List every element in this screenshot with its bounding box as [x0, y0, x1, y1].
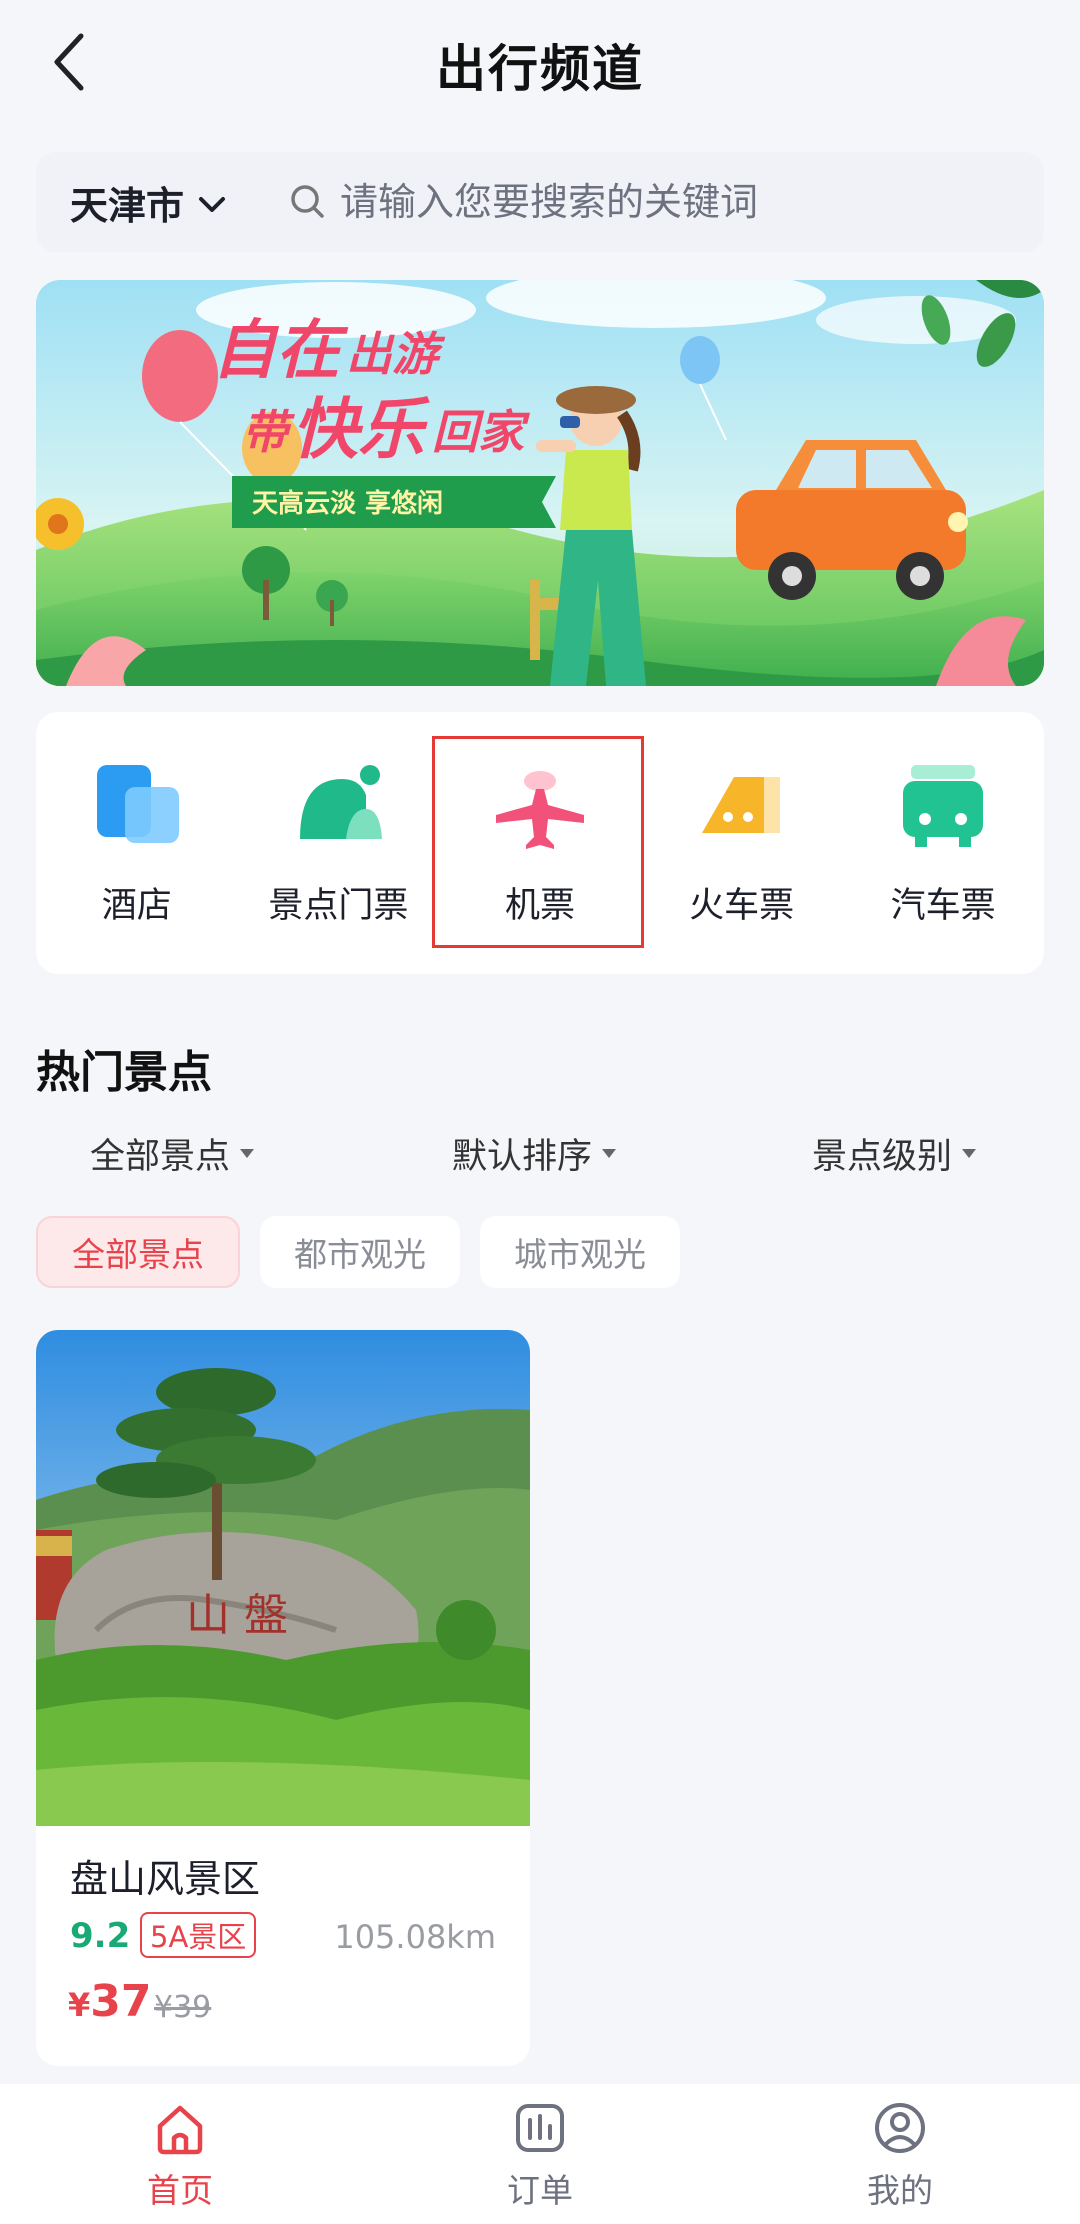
- current-price: ¥37: [68, 1976, 152, 2027]
- category-bus[interactable]: 汽车票: [843, 759, 1043, 928]
- search-field[interactable]: [288, 180, 1044, 224]
- bus-icon: [895, 759, 991, 855]
- banner-illustration: 自在 出游 带 快乐 回家 天高云淡 享悠闲: [36, 280, 1044, 686]
- category-train[interactable]: 火车票: [642, 759, 842, 928]
- filter-label: 默认排序: [452, 1137, 593, 1177]
- banner-headline-2c: 回家: [432, 405, 530, 459]
- filter-scenic-level[interactable]: 景点级别: [812, 1128, 977, 1179]
- currency-symbol: ¥: [68, 1986, 91, 2024]
- banner-ribbon-text: 天高云淡 享悠闲: [252, 488, 443, 519]
- scenic-ticket-icon: [290, 759, 386, 855]
- home-icon: [150, 2098, 210, 2158]
- category-airplane[interactable]: 机票: [440, 759, 640, 928]
- city-label: 天津市: [70, 183, 185, 228]
- scenic-rating: 9.2: [70, 1916, 131, 1956]
- city-selector[interactable]: 天津市: [70, 175, 226, 230]
- scenic-photo: 山 盤: [36, 1330, 530, 1826]
- nav-orders[interactable]: 订单: [440, 2098, 640, 2212]
- scenic-distance: 105.08km: [334, 1918, 496, 1956]
- filter-default-sort[interactable]: 默认排序: [452, 1128, 617, 1179]
- banner-headline-2b: 快乐: [292, 391, 430, 468]
- original-price: ¥39: [154, 1990, 212, 2025]
- scenic-name: 盘山风景区: [70, 1857, 261, 1901]
- rock-inscription: 山 盤: [186, 1590, 288, 1641]
- nav-profile[interactable]: 我的: [800, 2098, 1000, 2212]
- search-icon: [288, 182, 328, 222]
- hotel-icon: [89, 759, 185, 855]
- nav-label: 首页: [147, 2171, 213, 2210]
- section-title: 热门景点: [36, 1047, 212, 1098]
- chevron-down-icon: [199, 197, 226, 212]
- nav-home[interactable]: 首页: [80, 2098, 280, 2212]
- category-label: 酒店: [101, 885, 172, 926]
- filter-label: 全部景点: [90, 1137, 231, 1177]
- chip-urban-sightseeing[interactable]: 城市观光: [480, 1216, 680, 1288]
- search-input[interactable]: [340, 180, 901, 224]
- orders-icon: [510, 2098, 570, 2158]
- chevron-left-icon: [54, 33, 84, 91]
- bottom-nav: 首页 订单 我的: [0, 2084, 1080, 2224]
- category-label: 火车票: [689, 885, 795, 926]
- filter-label: 景点级别: [812, 1137, 953, 1177]
- nav-label: 我的: [867, 2171, 933, 2210]
- back-button[interactable]: [34, 22, 104, 102]
- airplane-icon: [492, 759, 588, 855]
- chip-city-sightseeing[interactable]: 都市观光: [260, 1216, 460, 1288]
- category-hotel[interactable]: 酒店: [37, 759, 237, 928]
- header-bar: 出行频道: [0, 0, 1080, 130]
- price-value: 37: [90, 1976, 152, 2027]
- banner-headline-1a: 自在: [212, 314, 349, 388]
- chip-all-spots[interactable]: 全部景点: [36, 1216, 240, 1288]
- banner-headline-1b: 出游: [346, 327, 446, 381]
- chip-row: 全部景点 都市观光 城市观光: [36, 1216, 680, 1288]
- category-label: 景点门票: [268, 885, 409, 926]
- filter-row: 全部景点 默认排序 景点级别: [0, 1128, 1080, 1188]
- banner-headline-2a: 带: [242, 405, 295, 459]
- promo-banner[interactable]: 自在 出游 带 快乐 回家 天高云淡 享悠闲: [36, 280, 1044, 686]
- category-scenic-ticket[interactable]: 景点门票: [238, 759, 438, 928]
- caret-down-icon: [240, 1149, 255, 1158]
- scenic-level-badge: 5A景区: [140, 1912, 257, 1958]
- caret-down-icon: [962, 1149, 977, 1158]
- caret-down-icon: [602, 1149, 617, 1158]
- category-label: 机票: [504, 885, 575, 926]
- category-label: 汽车票: [890, 885, 996, 926]
- category-grid: 酒店 景点门票 机票 火车票 汽车票: [36, 712, 1044, 974]
- train-icon: [694, 759, 790, 855]
- scenic-card[interactable]: 山 盤 盘山风景区 9.2 5A景区 105.08km ¥37 ¥39: [36, 1330, 530, 2066]
- page-title: 出行频道: [436, 40, 644, 98]
- search-bar: 天津市: [36, 152, 1044, 252]
- nav-label: 订单: [507, 2171, 573, 2210]
- profile-icon: [870, 2098, 930, 2158]
- filter-all-spots[interactable]: 全部景点: [90, 1128, 255, 1179]
